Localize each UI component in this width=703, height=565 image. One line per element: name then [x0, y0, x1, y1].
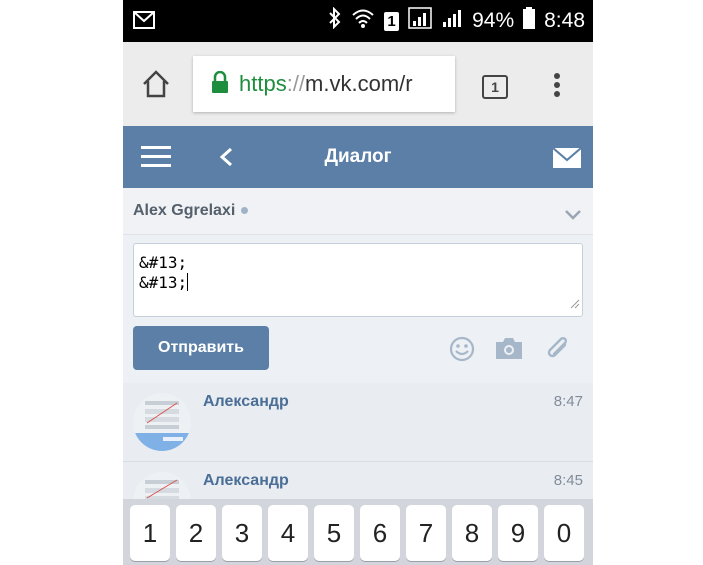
signal-icon	[408, 7, 432, 35]
send-button[interactable]: Отправить	[133, 326, 269, 370]
key-7[interactable]: 7	[406, 505, 446, 561]
lock-icon	[211, 70, 229, 98]
message-input[interactable]: &#13; &#13;	[133, 243, 583, 317]
text-caret	[187, 273, 189, 291]
home-icon[interactable]	[141, 69, 171, 104]
online-status-dot	[241, 207, 249, 215]
browser-toolbar: https://m.vk.com/r 1	[123, 42, 593, 126]
message-author: Александр	[203, 472, 289, 489]
resize-grip-icon[interactable]	[570, 296, 580, 314]
bluetooth-icon	[328, 6, 342, 35]
phone-screen: 1 94% 8:48 https://m.vk.com/r 1 Диалог A…	[123, 0, 593, 565]
message-input-text: &#13; &#13;	[139, 253, 189, 293]
compose-area: &#13; &#13; Отправить	[123, 235, 593, 383]
url-text: https://m.vk.com/r	[239, 71, 413, 97]
message-item[interactable]: Александр 8:47	[123, 383, 593, 462]
wifi-icon	[351, 7, 375, 35]
battery-percent: 94%	[472, 9, 515, 32]
more-vert-icon[interactable]	[553, 72, 561, 103]
sim-badge: 1	[384, 11, 400, 31]
message-time: 8:45	[553, 472, 583, 489]
message-list: Александр 8:47 Александр 8:45	[123, 383, 593, 530]
key-4[interactable]: 4	[268, 505, 308, 561]
peer-name-wrap: Alex Ggrelaxi	[133, 202, 249, 220]
key-8[interactable]: 8	[452, 505, 492, 561]
key-0[interactable]: 0	[544, 505, 584, 561]
numeric-keyboard: 1 2 3 4 5 6 7 8 9 0	[123, 499, 593, 565]
page-title: Диалог	[324, 146, 392, 167]
emoji-icon[interactable]	[449, 336, 475, 367]
attach-icon[interactable]	[545, 336, 571, 367]
battery-icon	[523, 7, 536, 35]
clock: 8:48	[544, 9, 585, 32]
message-author: Александр	[203, 393, 289, 410]
signal-icon-2	[441, 7, 463, 35]
camera-icon[interactable]	[495, 336, 523, 365]
message-input-value: &#13; &#13;	[139, 253, 188, 292]
app-header: Диалог	[123, 126, 593, 188]
url-bar[interactable]: https://m.vk.com/r	[193, 56, 455, 112]
key-5[interactable]: 5	[314, 505, 354, 561]
key-3[interactable]: 3	[222, 505, 262, 561]
url-host: m.vk.com/r	[305, 71, 413, 96]
url-scheme: https	[239, 71, 287, 96]
chevron-down-icon[interactable]	[564, 207, 582, 225]
key-1[interactable]: 1	[130, 505, 170, 561]
dialog-peer-bar[interactable]: Alex Ggrelaxi	[123, 188, 593, 235]
tab-switcher-button[interactable]: 1	[482, 75, 508, 99]
mail-icon[interactable]	[552, 147, 582, 173]
key-2[interactable]: 2	[176, 505, 216, 561]
message-time: 8:47	[553, 393, 583, 410]
status-bar: 1 94% 8:48	[123, 0, 593, 42]
peer-name: Alex Ggrelaxi	[133, 202, 236, 219]
gmail-icon	[133, 11, 155, 34]
key-6[interactable]: 6	[360, 505, 400, 561]
url-separator: ://	[286, 71, 306, 96]
avatar[interactable]	[133, 393, 191, 451]
key-9[interactable]: 9	[498, 505, 538, 561]
